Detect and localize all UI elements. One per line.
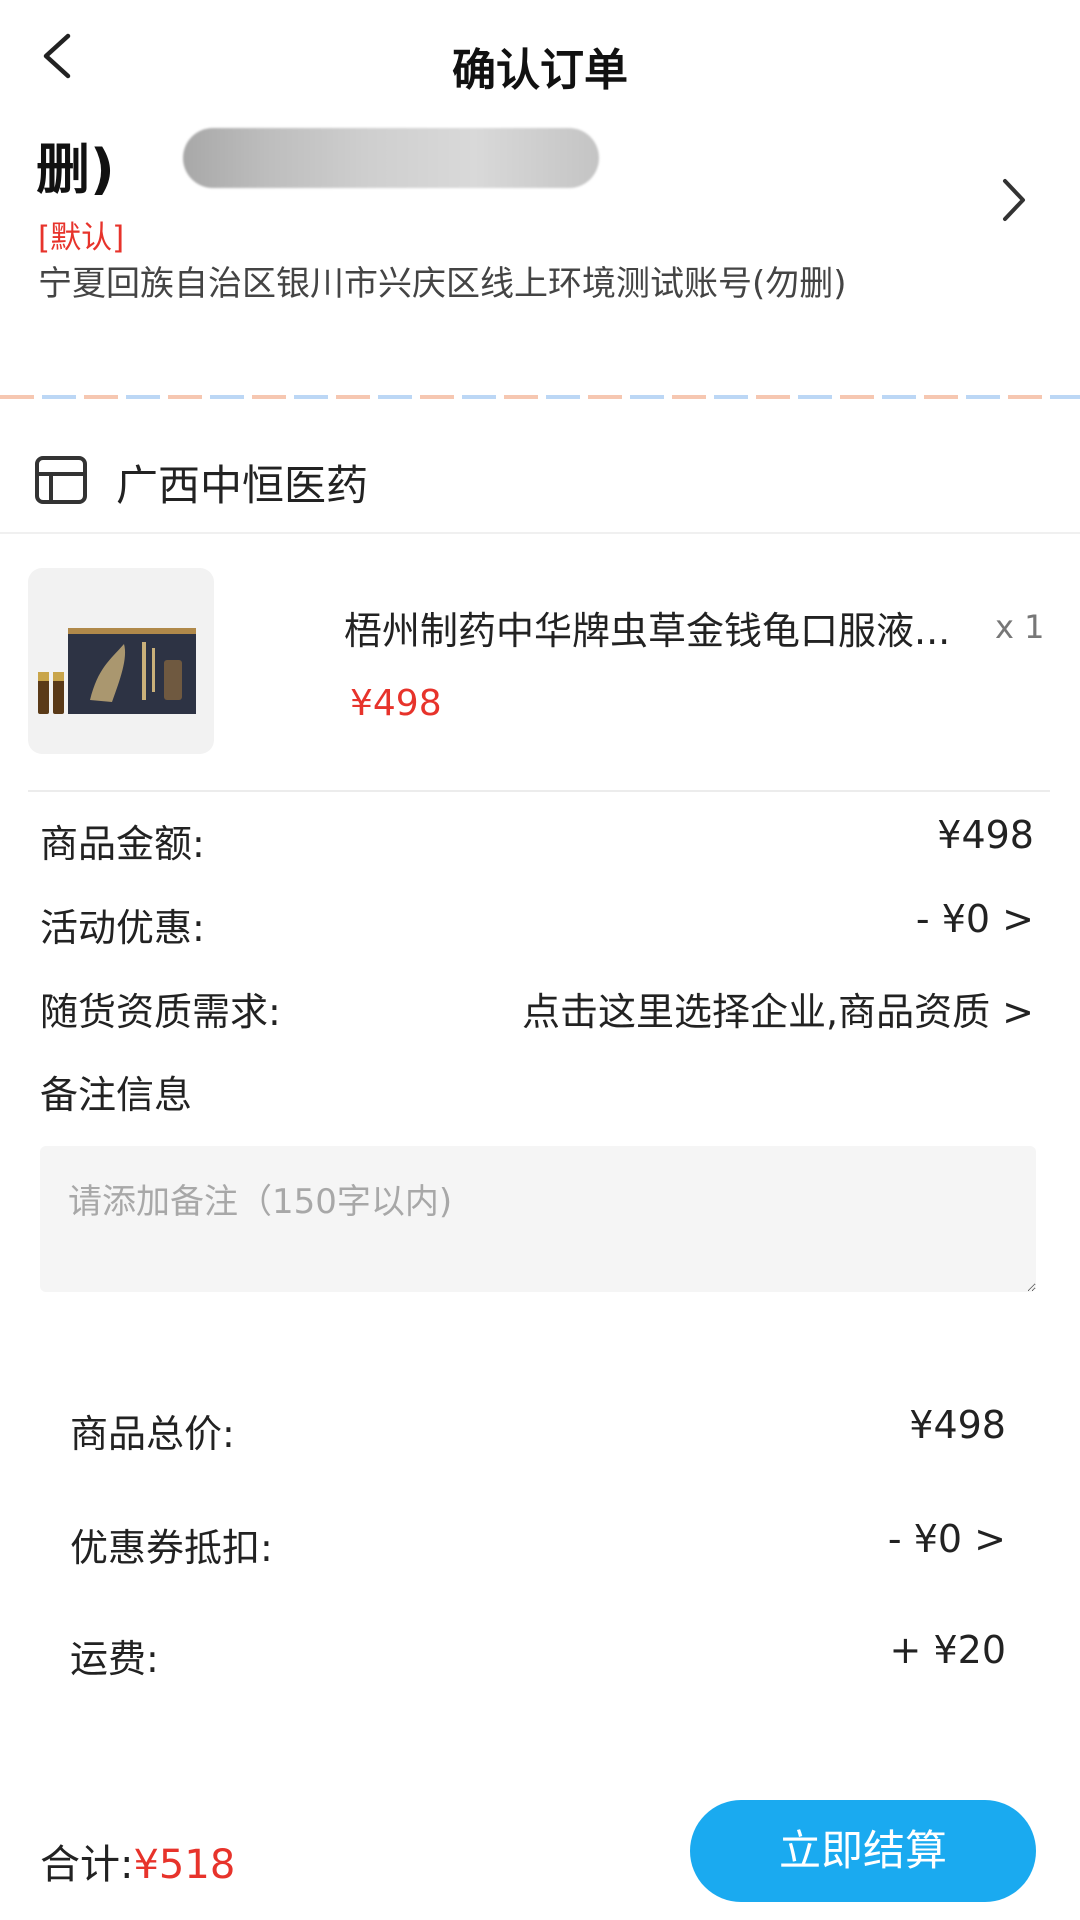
promo-label: 活动优惠: xyxy=(40,906,205,950)
coupon-label: 优惠券抵扣: xyxy=(70,1526,273,1570)
chevron-right-icon[interactable] xyxy=(995,175,1031,225)
recipient-name: 删) xyxy=(36,138,115,201)
goods-total-label: 商品总价: xyxy=(70,1412,235,1456)
goods-amount-value: ¥498 xyxy=(937,813,1034,857)
divider xyxy=(28,790,1050,792)
store-name[interactable]: 广西中恒医药 xyxy=(116,452,368,513)
coupon-value[interactable]: - ¥0 > xyxy=(888,1517,1006,1561)
shipping-value: + ¥20 xyxy=(889,1628,1006,1672)
total-label: 合计: xyxy=(40,1842,134,1888)
product-image[interactable] xyxy=(28,568,214,754)
remarks-input[interactable] xyxy=(40,1146,1036,1292)
qualification-label: 随货资质需求: xyxy=(40,990,281,1034)
shipping-label: 运费: xyxy=(70,1637,159,1681)
product-price: ¥498 xyxy=(350,683,442,724)
address-text: 宁夏回族自治区银川市兴庆区线上环境测试账号(勿删) xyxy=(38,264,847,304)
default-address-tag: [默认] xyxy=(38,220,125,256)
address-divider xyxy=(0,395,1080,399)
qualification-select[interactable]: 点击这里选择企业,商品资质 > xyxy=(522,981,1034,1036)
total-amount: ¥518 xyxy=(133,1842,236,1888)
remarks-label: 备注信息 xyxy=(40,1073,193,1117)
recipient-phone-blurred xyxy=(183,128,599,188)
product-name[interactable]: 梧州制药中华牌虫草金钱龟口服液... xyxy=(344,600,984,655)
store-icon xyxy=(35,456,87,504)
product-quantity: x 1 xyxy=(995,608,1045,646)
checkout-button[interactable]: 立即结算 xyxy=(690,1800,1036,1902)
goods-amount-label: 商品金额: xyxy=(40,822,205,866)
divider xyxy=(0,532,1080,534)
page-title: 确认订单 xyxy=(452,45,628,96)
promo-value[interactable]: - ¥0 > xyxy=(916,897,1034,941)
order-total: 合计:¥518 xyxy=(40,1832,235,1890)
goods-total-value: ¥498 xyxy=(909,1403,1006,1447)
